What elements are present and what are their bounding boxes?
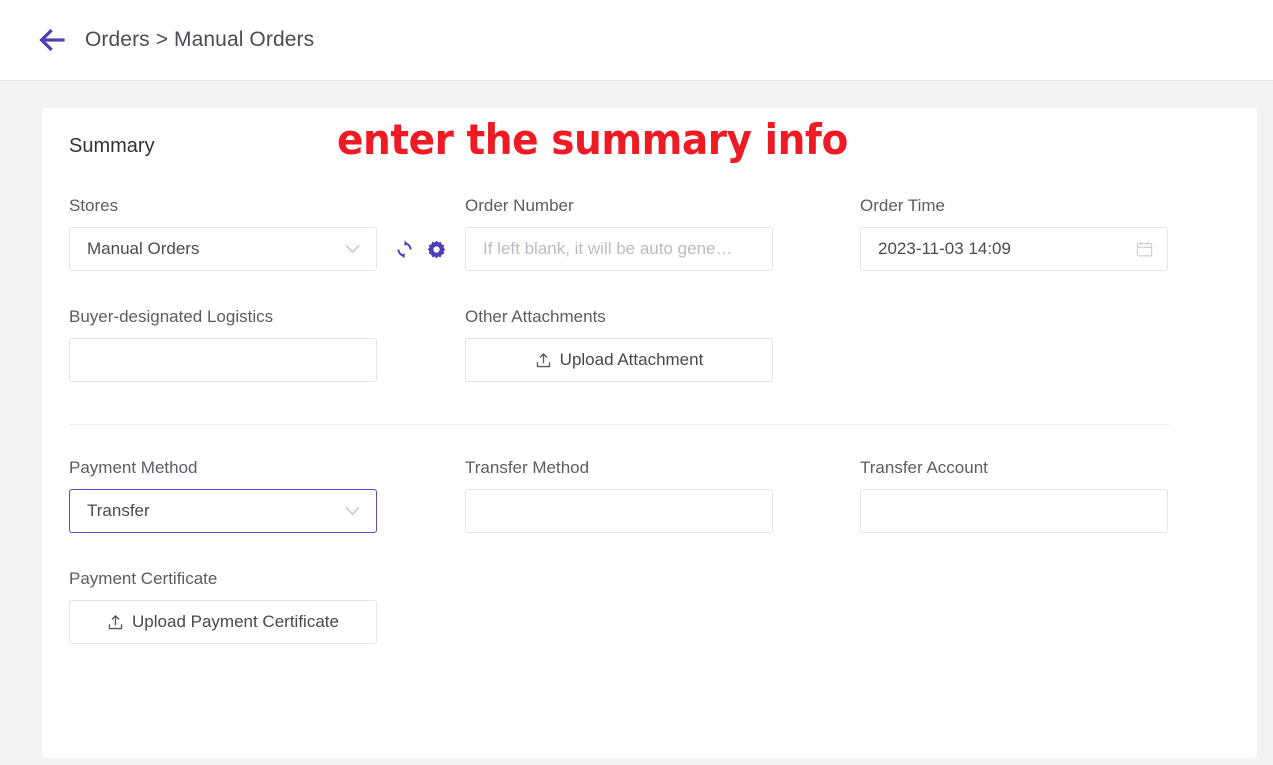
summary-form: Stores Manual Orders Order Number If lef… bbox=[69, 196, 1169, 644]
stores-actions bbox=[394, 227, 446, 271]
payment-method-select[interactable]: Transfer bbox=[69, 489, 377, 533]
summary-card: Summary enter the summary info Stores Ma… bbox=[42, 108, 1257, 758]
annotation-text: enter the summary info bbox=[337, 115, 848, 164]
other-attachments-label: Other Attachments bbox=[465, 307, 606, 326]
payment-method-value: Transfer bbox=[87, 501, 150, 520]
payment-method-label: Payment Method bbox=[69, 458, 198, 477]
order-number-input[interactable]: If left blank, it will be auto gene… bbox=[465, 227, 773, 271]
upload-payment-certificate-button[interactable]: Upload Payment Certificate bbox=[69, 600, 377, 644]
chevron-down-icon bbox=[345, 506, 360, 516]
field-transfer-method: Transfer Method bbox=[465, 458, 860, 533]
chevron-down-icon bbox=[345, 244, 360, 254]
field-other-attachments: Other Attachments Upload Attachment bbox=[465, 307, 860, 382]
order-time-label: Order Time bbox=[860, 196, 946, 215]
field-payment-certificate: Payment Certificate Upload Payment Certi… bbox=[69, 569, 465, 644]
refresh-button[interactable] bbox=[394, 239, 414, 259]
transfer-method-label: Transfer Method bbox=[465, 458, 590, 477]
row-spacer-3 bbox=[69, 425, 1169, 458]
field-buyer-logistics: Buyer-designated Logistics bbox=[69, 307, 465, 382]
form-row-3: Payment Method Transfer Transfer Method bbox=[69, 458, 1169, 533]
stores-label: Stores bbox=[69, 196, 119, 215]
upload-attachment-label: Upload Attachment bbox=[559, 350, 704, 369]
breadcrumb[interactable]: Orders > Manual Orders bbox=[85, 28, 314, 52]
top-header-bar: Orders > Manual Orders bbox=[0, 0, 1273, 81]
field-order-time: Order Time 2023-11-03 14:09 bbox=[860, 196, 1169, 271]
order-time-value: 2023-11-03 14:09 bbox=[878, 239, 1011, 258]
payment-certificate-label: Payment Certificate bbox=[69, 569, 218, 588]
field-stores: Stores Manual Orders bbox=[69, 196, 465, 271]
arrow-left-icon bbox=[39, 29, 65, 51]
buyer-logistics-label: Buyer-designated Logistics bbox=[69, 307, 274, 326]
back-button[interactable] bbox=[38, 25, 68, 55]
gear-icon bbox=[427, 240, 445, 258]
card-header: Summary enter the summary info bbox=[42, 108, 1257, 188]
field-order-number: Order Number If left blank, it will be a… bbox=[465, 196, 860, 271]
upload-payment-certificate-label: Upload Payment Certificate bbox=[132, 612, 339, 631]
settings-button[interactable] bbox=[426, 239, 446, 259]
stores-value: Manual Orders bbox=[87, 239, 200, 258]
row2-empty-col bbox=[860, 307, 1169, 382]
refresh-icon bbox=[396, 240, 412, 258]
field-payment-method: Payment Method Transfer bbox=[69, 458, 465, 533]
order-time-input[interactable]: 2023-11-03 14:09 bbox=[860, 227, 1168, 271]
row-spacer-4 bbox=[69, 533, 1169, 569]
upload-attachment-button[interactable]: Upload Attachment bbox=[465, 338, 773, 382]
form-row-4: Payment Certificate Upload Payment Certi… bbox=[69, 569, 1169, 644]
buyer-logistics-input[interactable] bbox=[69, 338, 377, 382]
page-title: Summary bbox=[69, 135, 155, 157]
row4-empty-col-1 bbox=[465, 569, 860, 644]
order-number-placeholder: If left blank, it will be auto gene… bbox=[483, 239, 733, 258]
row-spacer-2 bbox=[69, 382, 1169, 424]
transfer-method-input[interactable] bbox=[465, 489, 773, 533]
row4-empty-col-2 bbox=[860, 569, 1169, 644]
row-spacer-1 bbox=[69, 271, 1169, 307]
stores-select[interactable]: Manual Orders bbox=[69, 227, 377, 271]
transfer-account-label: Transfer Account bbox=[860, 458, 988, 477]
upload-icon bbox=[108, 614, 123, 629]
form-row-2: Buyer-designated Logistics Other Attachm… bbox=[69, 307, 1169, 382]
field-transfer-account: Transfer Account bbox=[860, 458, 1169, 533]
calendar-icon bbox=[1136, 241, 1153, 258]
transfer-account-input[interactable] bbox=[860, 489, 1168, 533]
order-number-label: Order Number bbox=[465, 196, 574, 215]
upload-icon bbox=[536, 352, 550, 367]
form-row-1: Stores Manual Orders Order Number If lef… bbox=[69, 196, 1169, 271]
